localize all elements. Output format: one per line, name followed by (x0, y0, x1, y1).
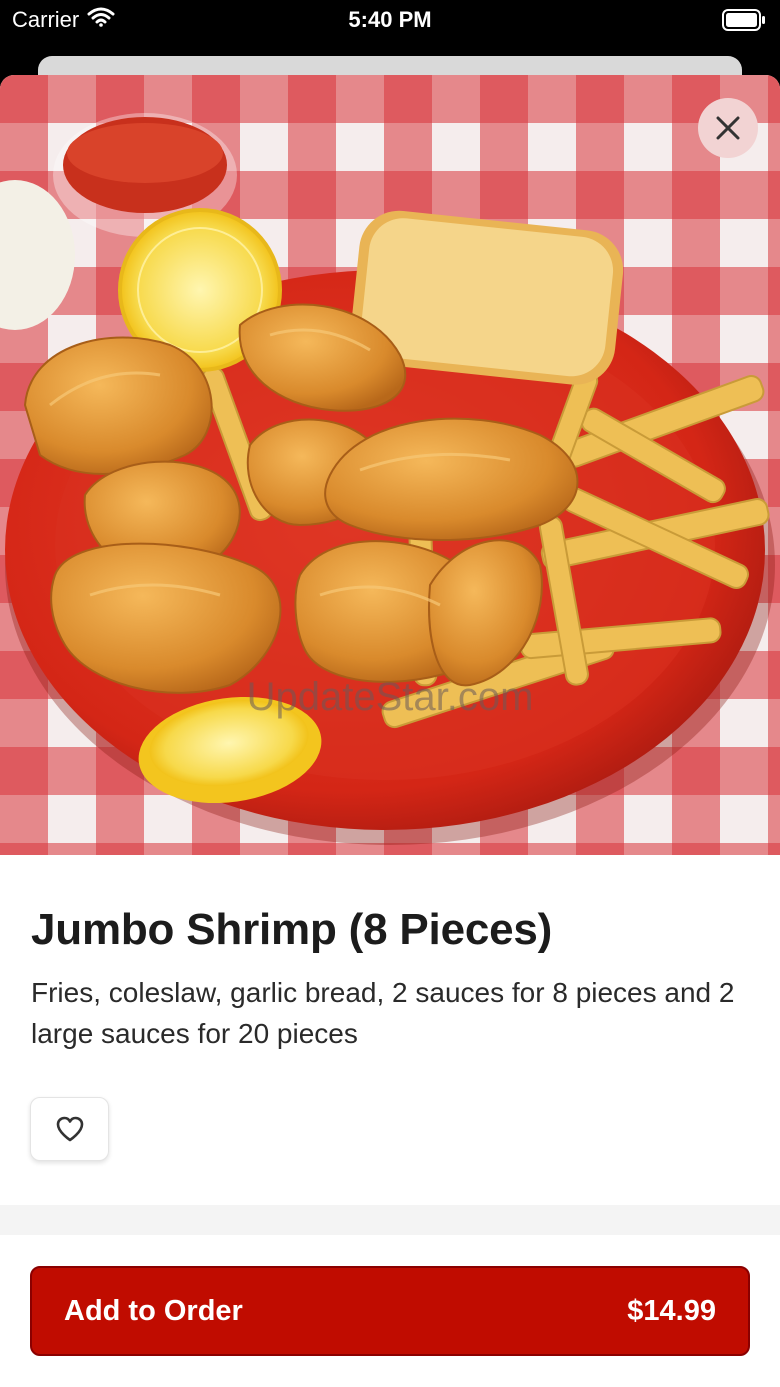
item-detail-sheet: UpdateStar.com Jumbo Shrimp (8 Pieces) F… (0, 75, 780, 1387)
status-time: 5:40 PM (348, 7, 432, 32)
image-watermark: UpdateStar.com (247, 675, 534, 719)
add-to-order-button[interactable]: Add to Order $14.99 (30, 1266, 750, 1356)
section-divider (0, 1205, 780, 1235)
price-label: $14.99 (627, 1294, 716, 1327)
order-footer: Add to Order $14.99 (0, 1235, 780, 1387)
item-title: Jumbo Shrimp (8 Pieces) (31, 905, 553, 954)
close-button[interactable] (698, 98, 758, 158)
battery-icon (722, 9, 766, 37)
item-image: UpdateStar.com (0, 75, 780, 855)
add-to-order-label: Add to Order (64, 1294, 243, 1327)
close-icon (716, 116, 740, 140)
heart-icon (56, 1116, 83, 1142)
item-description: Fries, coleslaw, garlic bread, 2 sauces … (31, 977, 735, 1049)
favorite-button[interactable] (30, 1097, 109, 1161)
status-bar: Carrier 5:40 PM (0, 0, 780, 40)
